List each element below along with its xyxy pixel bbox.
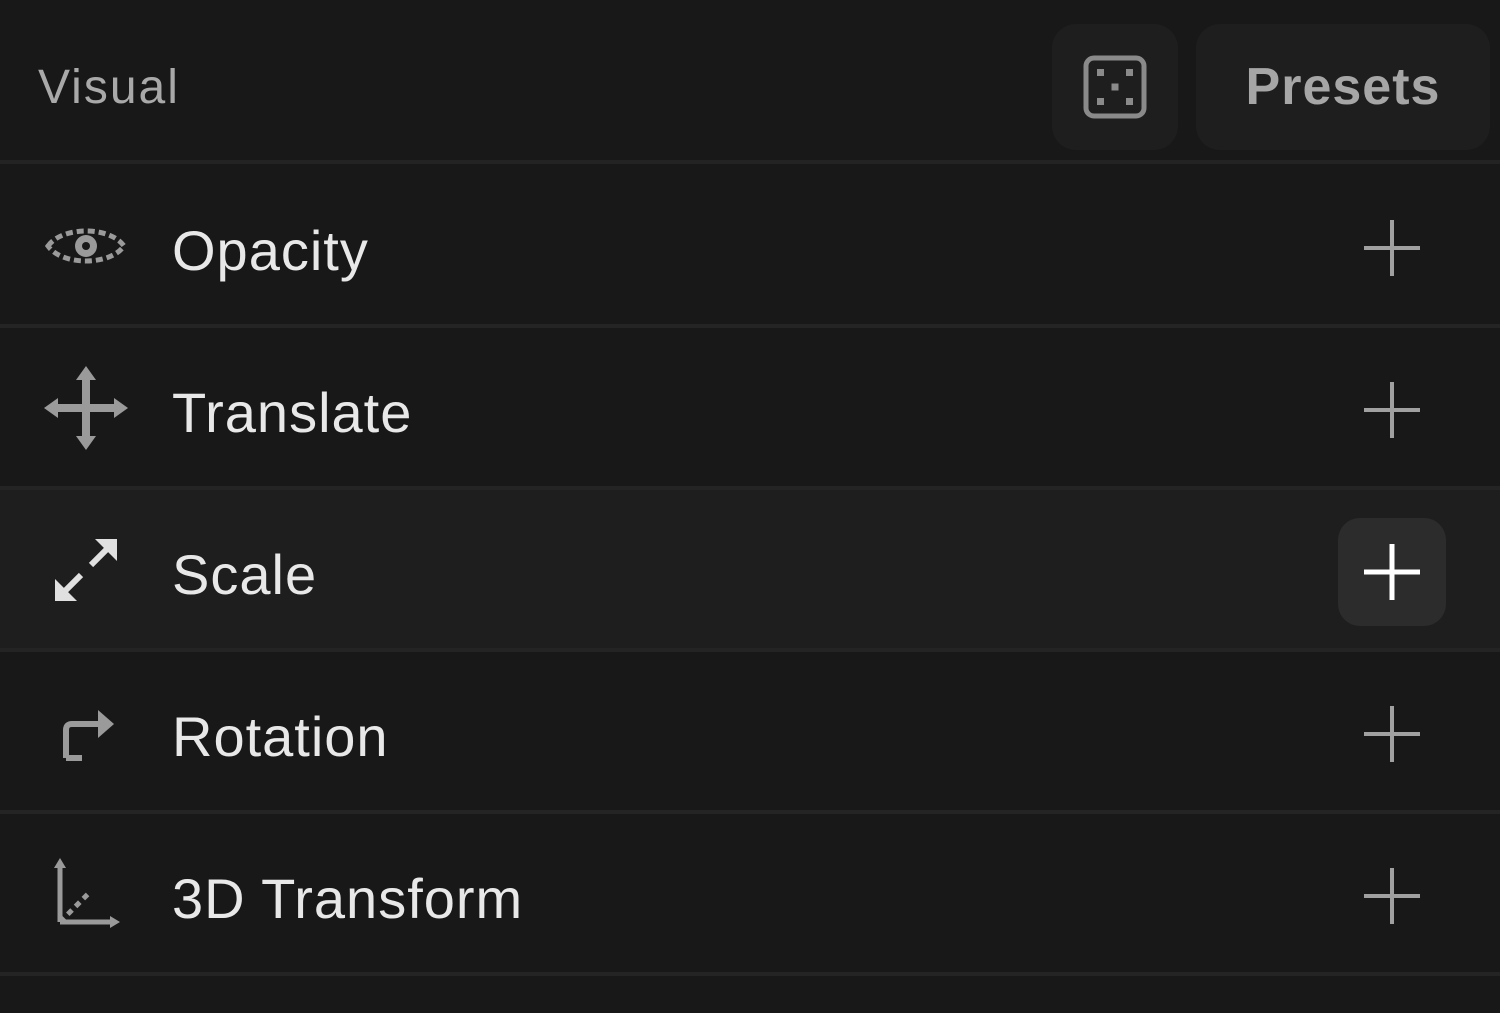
row-3d-transform[interactable]: 3D Transform — [0, 814, 1500, 976]
dice-icon — [1083, 55, 1147, 119]
add-3d-transform-button[interactable] — [1338, 842, 1446, 950]
plus-icon — [1364, 544, 1420, 600]
add-opacity-button[interactable] — [1338, 194, 1446, 302]
panel-title: Visual — [38, 61, 180, 114]
row-label: Scale — [172, 543, 318, 606]
row-rotation[interactable]: Rotation — [0, 652, 1500, 814]
presets-button[interactable]: Presets — [1196, 24, 1490, 150]
plus-icon — [1364, 382, 1420, 438]
row-translate[interactable]: Translate — [0, 328, 1500, 490]
visual-panel: Visual Presets Opacity Translate Scale R… — [0, 0, 1500, 1013]
row-label: Rotation — [172, 705, 389, 768]
add-scale-button[interactable] — [1338, 518, 1446, 626]
add-rotation-button[interactable] — [1338, 680, 1446, 788]
add-translate-button[interactable] — [1338, 356, 1446, 464]
eye-icon — [44, 204, 128, 288]
move-arrows-icon — [44, 366, 128, 450]
rotate-arrow-icon — [44, 690, 128, 774]
row-opacity[interactable]: Opacity — [0, 166, 1500, 328]
plus-icon — [1364, 220, 1420, 276]
plus-icon — [1364, 868, 1420, 924]
expand-arrows-icon — [44, 528, 128, 612]
row-label: 3D Transform — [172, 867, 524, 930]
row-label: Opacity — [172, 219, 369, 282]
panel-header: Visual Presets — [0, 0, 1500, 164]
row-scale[interactable]: Scale — [0, 490, 1500, 652]
row-label: Translate — [172, 381, 413, 444]
plus-icon — [1364, 706, 1420, 762]
axes-3d-icon — [44, 852, 128, 936]
randomize-button[interactable] — [1052, 24, 1178, 150]
